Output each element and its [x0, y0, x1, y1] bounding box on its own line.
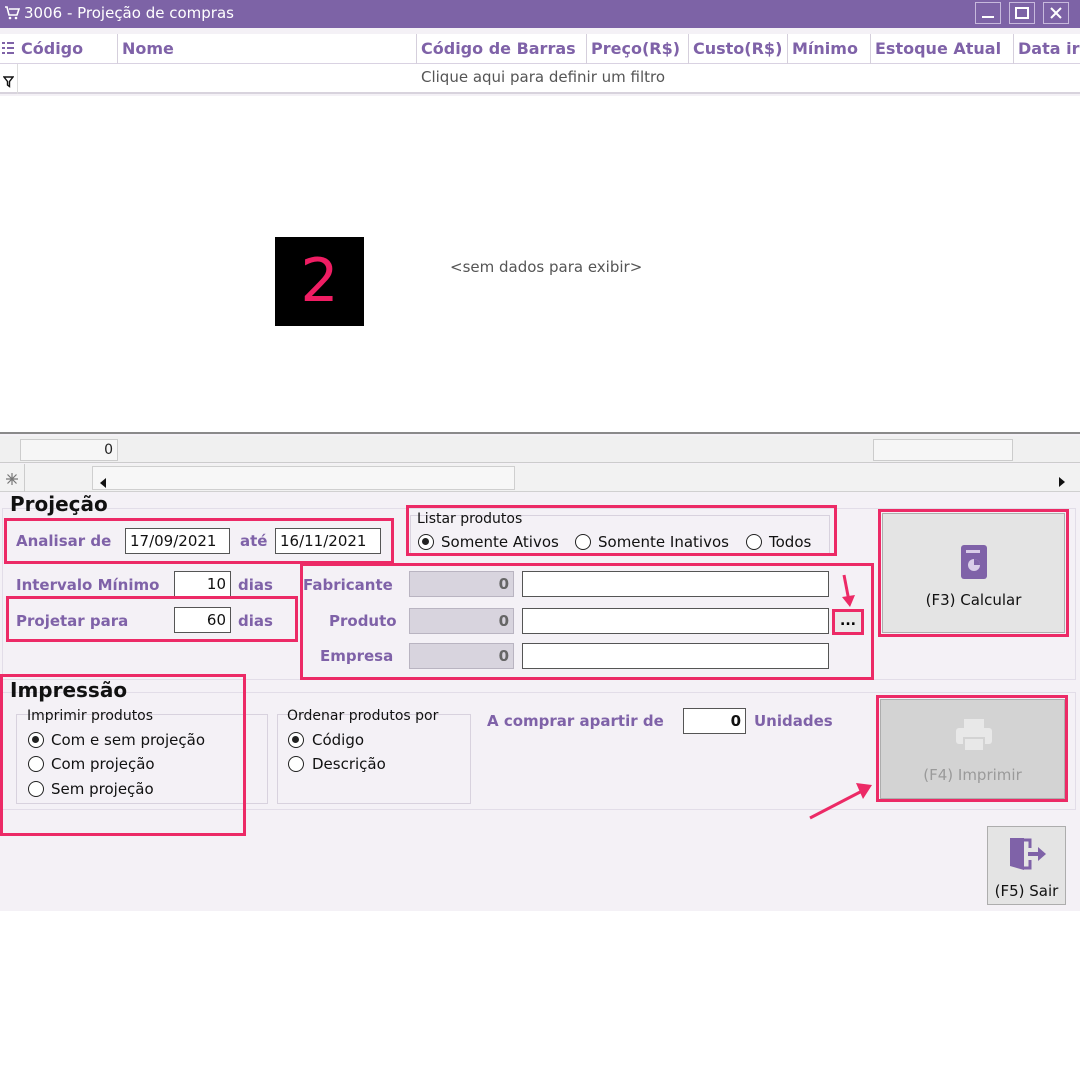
unidades-label: Unidades	[754, 712, 833, 730]
column-header-minimo[interactable]: Mínimo	[788, 34, 871, 64]
grid-footer: 0	[0, 436, 1080, 463]
column-chooser-icon[interactable]	[2, 41, 14, 61]
title-bar: 3006 - Projeção de compras	[0, 0, 1080, 28]
cart-icon	[4, 5, 21, 25]
radio-ordenar-codigo[interactable]	[288, 732, 304, 748]
empty-grid-text: <sem dados para exibir>	[450, 258, 643, 276]
highlight-entity-filters	[300, 563, 874, 680]
ordenar-codigo-label[interactable]: Código	[312, 731, 364, 749]
minimize-button[interactable]	[975, 2, 1001, 24]
highlight-calcular	[878, 509, 1069, 637]
ordenar-produtos-label: Ordenar produtos por	[287, 708, 439, 724]
footer-count: 0	[20, 439, 118, 461]
grid-header: Código Nome Código de Barras Preço(R$) C…	[0, 34, 1080, 64]
scroll-left-icon[interactable]	[99, 473, 107, 492]
close-button[interactable]	[1043, 2, 1069, 24]
sair-button[interactable]: (F5) Sair	[987, 826, 1066, 905]
new-row-icon[interactable]	[4, 471, 20, 490]
column-header-codigo[interactable]: Código	[17, 34, 118, 64]
highlight-imprimir	[876, 695, 1068, 802]
grid-body[interactable]: 2 <sem dados para exibir>	[0, 96, 1080, 434]
window-title: 3006 - Projeção de compras	[24, 4, 234, 22]
column-header-preco[interactable]: Preço(R$)	[587, 34, 689, 64]
ordenar-descricao-label[interactable]: Descrição	[312, 755, 386, 773]
filter-icon[interactable]	[2, 73, 15, 92]
comprar-apartir-label: A comprar apartir de	[487, 712, 664, 730]
highlight-analisar	[4, 518, 394, 564]
annotation-arrow-ellipsis	[842, 574, 855, 607]
radio-ordenar-descricao[interactable]	[288, 756, 304, 772]
sair-button-label: (F5) Sair	[994, 882, 1059, 900]
column-header-nome[interactable]: Nome	[118, 34, 417, 64]
highlight-impressao	[0, 674, 246, 836]
comprar-apartir-input[interactable]: 0	[683, 708, 746, 734]
highlight-projetar	[6, 596, 298, 642]
footer-summary-cell	[873, 439, 1013, 461]
horizontal-scrollbar[interactable]	[92, 466, 515, 490]
intervalo-minimo-input[interactable]: 10	[174, 571, 231, 597]
intervalo-dias-label: dias	[238, 576, 273, 594]
exit-door-icon	[1008, 836, 1048, 876]
highlight-listar	[406, 505, 837, 556]
intervalo-minimo-label: Intervalo Mínimo	[16, 576, 160, 594]
annotation-number-badge: 2	[275, 237, 364, 326]
column-header-estoque-atual[interactable]: Estoque Atual	[871, 34, 1014, 64]
projecao-section-title: Projeção	[10, 492, 108, 516]
maximize-button[interactable]	[1009, 2, 1035, 24]
scroll-right-icon[interactable]	[1058, 472, 1066, 491]
column-header-data[interactable]: Data ir	[1014, 34, 1080, 64]
column-header-custo[interactable]: Custo(R$)	[689, 34, 788, 64]
grid-scrollbar-row	[0, 464, 1080, 492]
annotation-arrow-imprimir	[809, 783, 872, 820]
filter-hint[interactable]: Clique aqui para definir um filtro	[421, 68, 665, 86]
filter-row[interactable]: Clique aqui para definir um filtro	[0, 64, 1080, 94]
column-header-codigo-barras[interactable]: Código de Barras	[417, 34, 587, 64]
app-window: 3006 - Projeção de compras Código Nome C…	[0, 0, 1080, 911]
